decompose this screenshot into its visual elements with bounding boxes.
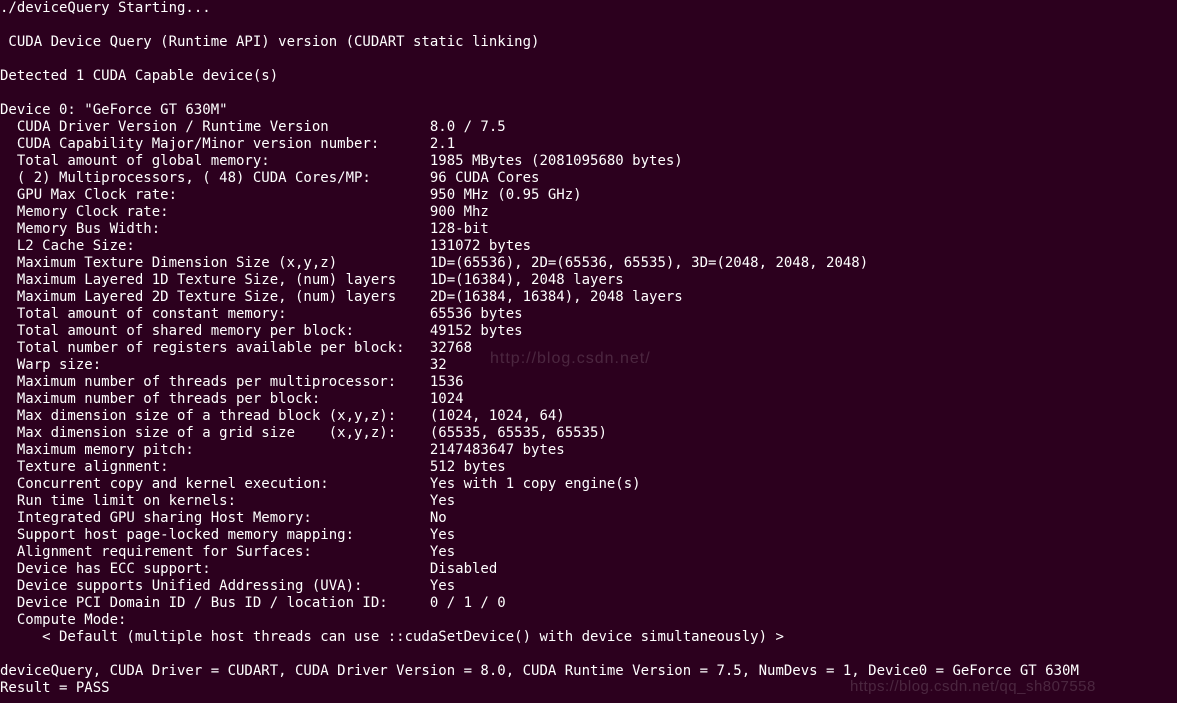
terminal-output: ./deviceQuery Starting... CUDA Device Qu… — [0, 0, 1177, 697]
